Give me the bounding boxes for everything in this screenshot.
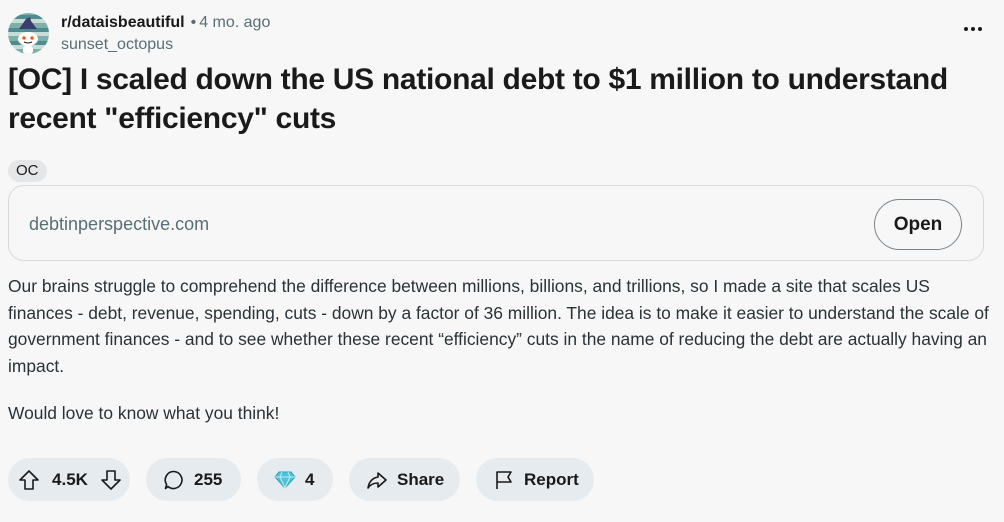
vote-count: 4.5K [52,469,88,489]
report-label: Report [524,469,579,489]
post-action-bar: 4.5K 255 4 Share Report [8,458,594,501]
meta-separator: • [190,14,197,31]
comment-icon [163,469,185,491]
post-meta: r/dataisbeautiful • 4 mo. ago [61,14,270,32]
upvote-icon[interactable] [18,469,40,491]
comment-count: 255 [194,469,223,489]
subreddit-link[interactable]: r/dataisbeautiful [61,14,185,31]
share-icon [366,469,388,491]
post-body: Our brains struggle to comprehend the di… [8,273,993,427]
post-body-paragraph: Would love to know what you think! [8,403,280,423]
post-title[interactable]: [OC] I scaled down the US national debt … [8,60,998,138]
gem-award-icon [274,470,296,490]
comments-button[interactable]: 255 [146,458,241,501]
more-options-icon[interactable] [964,27,982,31]
link-domain[interactable]: debtinperspective.com [29,214,209,234]
downvote-icon[interactable] [100,469,122,491]
author-link[interactable]: sunset_octopus [61,36,173,54]
post-body-paragraph: Our brains struggle to comprehend the di… [8,276,989,376]
open-link-button[interactable]: Open [874,199,962,250]
vote-control: 4.5K [8,458,130,501]
award-button[interactable]: 4 [257,458,333,501]
post-flair[interactable]: OC [8,160,47,182]
flag-icon [493,469,515,491]
award-count: 4 [305,469,315,489]
post-age: 4 mo. ago [199,14,271,31]
snoo-avatar-icon [18,17,38,54]
share-label: Share [397,469,445,489]
link-preview-card[interactable]: debtinperspective.com Open [8,185,984,261]
subreddit-avatar[interactable] [8,13,49,54]
share-button[interactable]: Share [349,458,460,501]
report-button[interactable]: Report [476,458,594,501]
